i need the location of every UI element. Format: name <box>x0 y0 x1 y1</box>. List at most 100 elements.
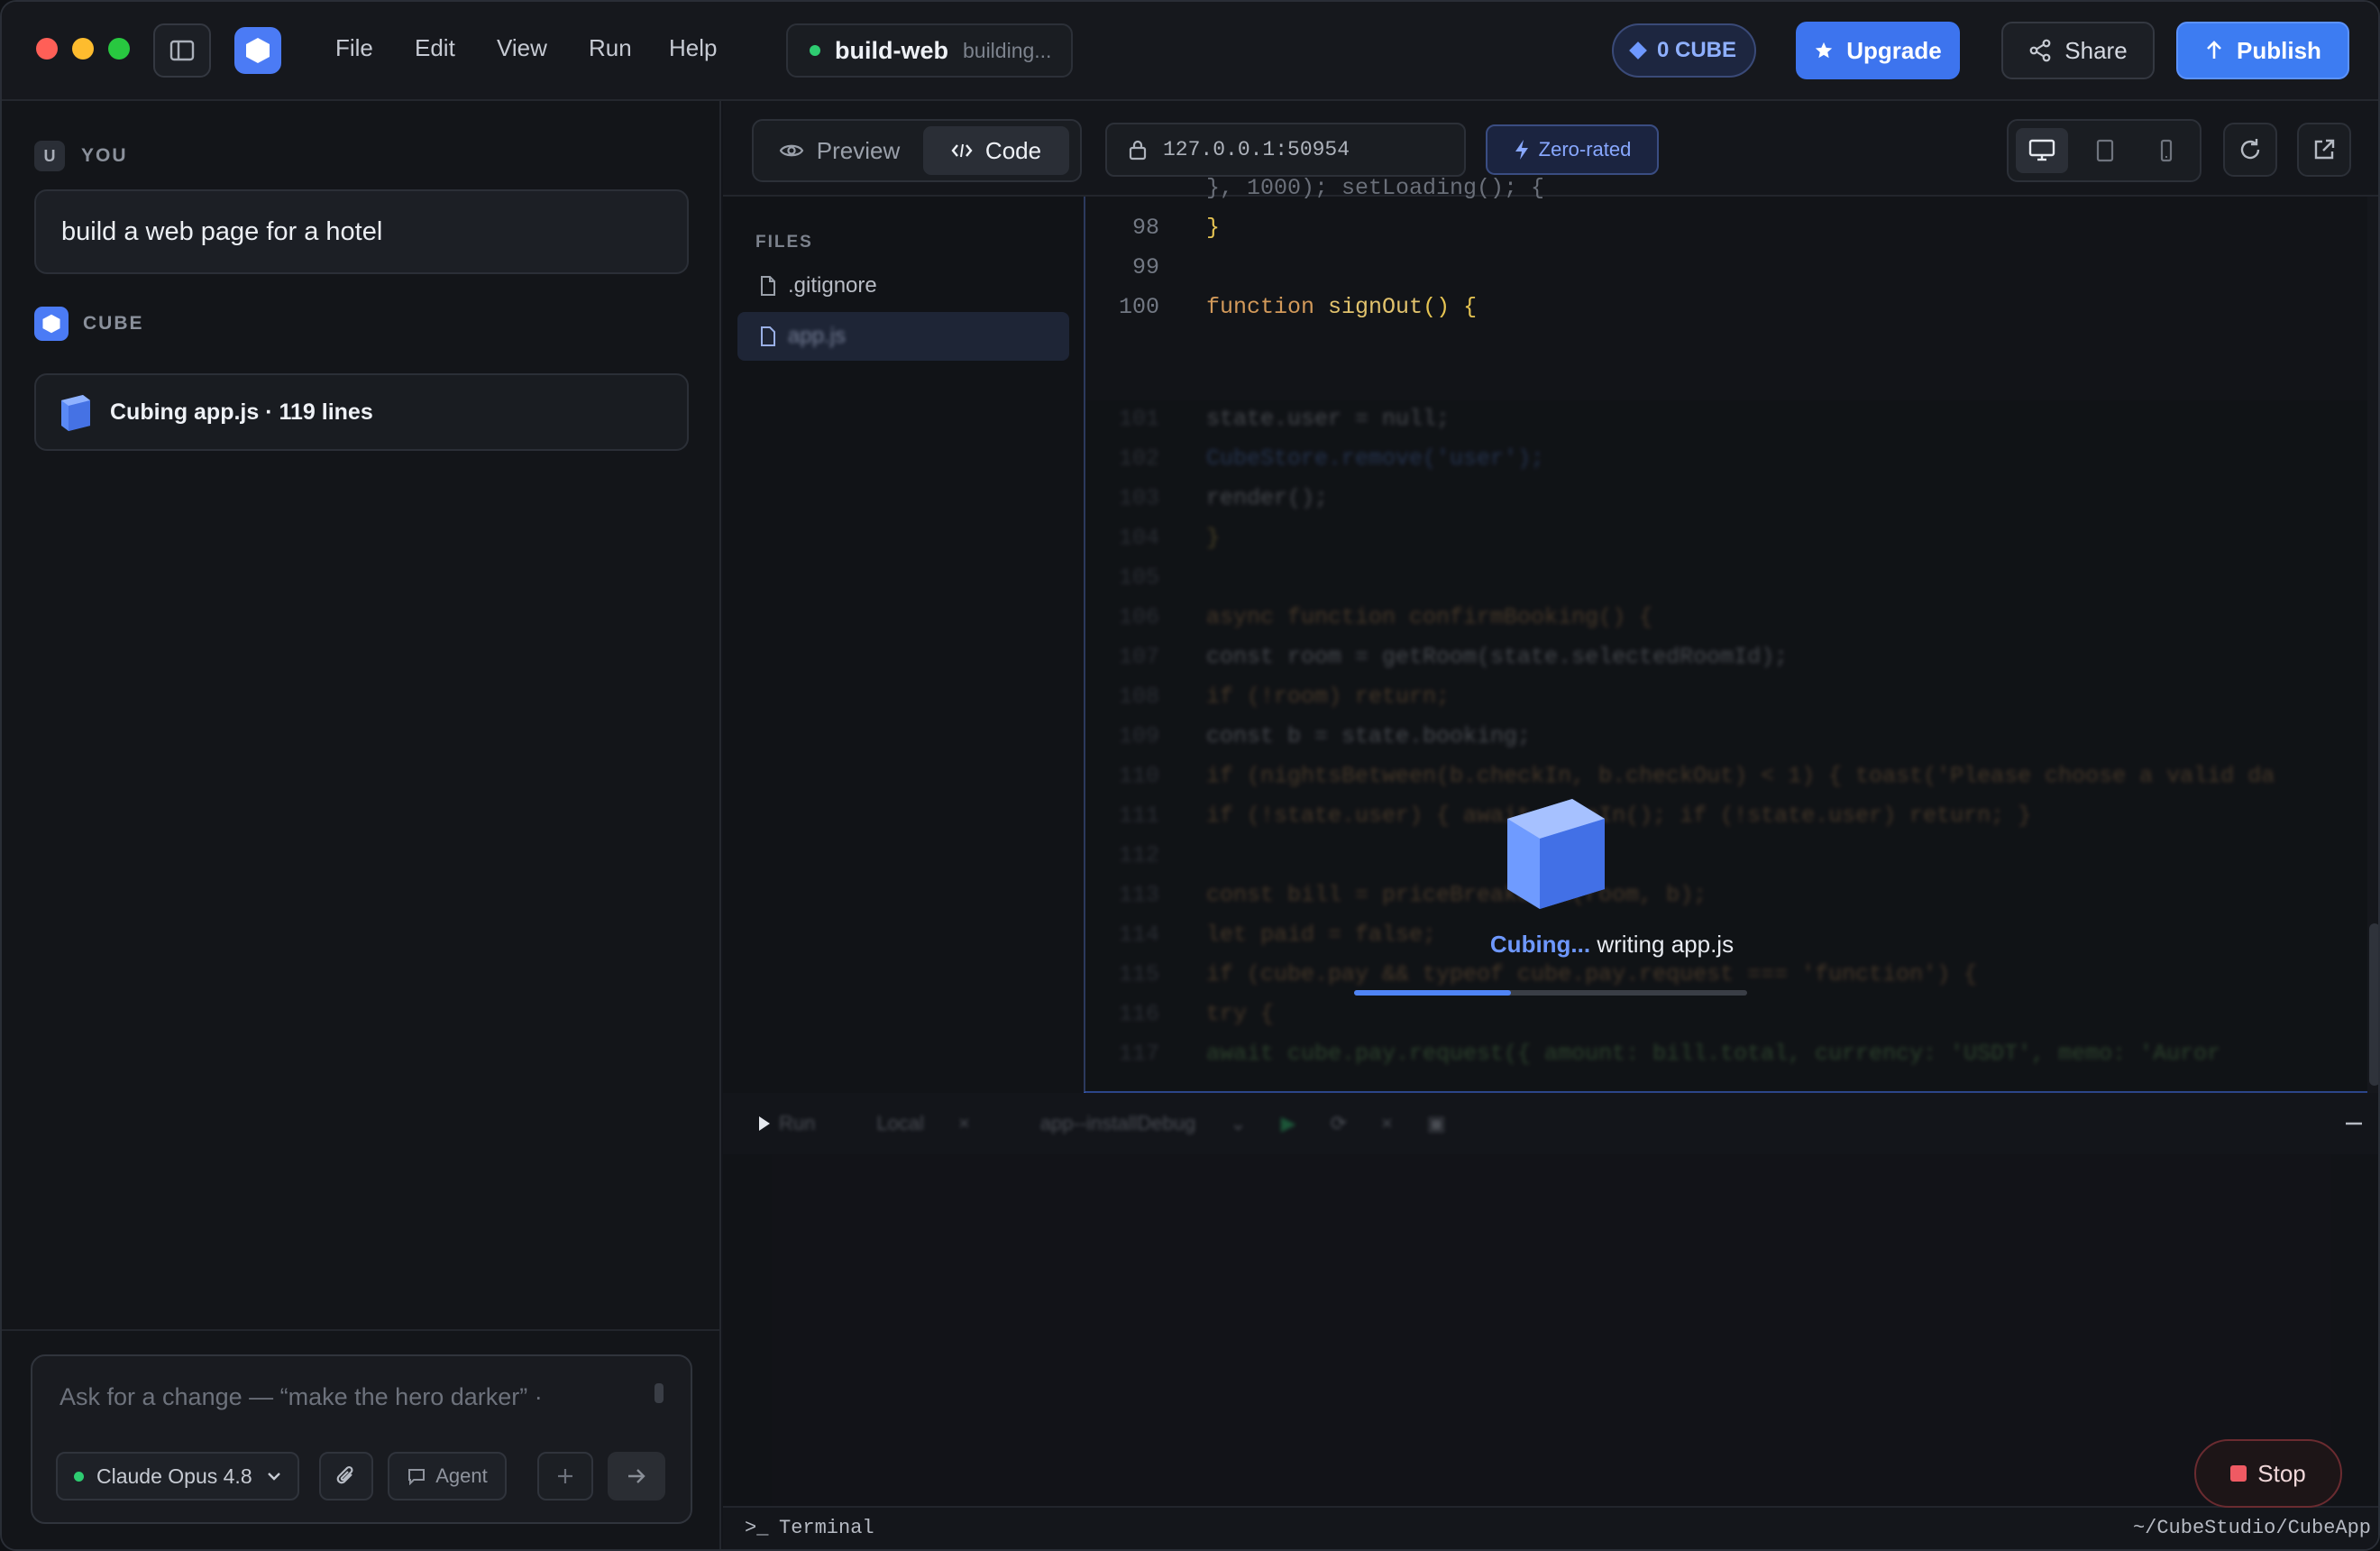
cube-icon <box>1507 799 1605 909</box>
zoom-window-button[interactable] <box>108 38 130 60</box>
code-line: 99 <box>1085 254 2378 294</box>
cube-logo-icon <box>246 38 270 63</box>
model-status-dot <box>74 1471 84 1482</box>
cube-balance-label: 0 CUBE <box>1656 38 1737 62</box>
file-icon <box>761 276 775 296</box>
cube-label: CUBE <box>83 313 144 334</box>
refresh-icon <box>2240 139 2260 160</box>
editor-scrollbar[interactable] <box>2367 197 2378 1093</box>
code-line: 98 } <box>1085 215 2378 254</box>
menu-view[interactable]: View <box>497 34 547 62</box>
attach-button[interactable] <box>319 1452 373 1501</box>
target-label[interactable]: Local <box>876 1112 924 1135</box>
project-selector[interactable]: build-web building... <box>786 23 1073 78</box>
play-icon[interactable] <box>757 1115 772 1133</box>
you-label: YOU <box>81 145 128 166</box>
device-tablet-button[interactable] <box>2079 128 2131 173</box>
user-message: build a web page for a hotel <box>34 189 689 274</box>
monitor-icon <box>2028 139 2055 161</box>
task-card[interactable]: Cubing app.js · 119 lines <box>34 373 689 451</box>
terminal-icon[interactable]: >_ <box>745 1517 768 1539</box>
menu-file[interactable]: File <box>335 34 373 62</box>
cube-icon <box>61 395 90 431</box>
close-window-button[interactable] <box>36 38 58 60</box>
device-phone-button[interactable] <box>2140 128 2192 173</box>
project-status: building... <box>962 38 1052 62</box>
upgrade-button[interactable]: Upgrade <box>1796 22 1960 79</box>
chevron-down-icon[interactable]: ⌄ <box>1230 1112 1246 1135</box>
agent-label: Agent <box>435 1464 488 1487</box>
terminal-fade <box>772 1154 2331 1506</box>
agent-mode-button[interactable]: Agent <box>388 1452 507 1501</box>
arrow-right-icon <box>628 1469 645 1483</box>
composer-scrollbar[interactable] <box>654 1383 664 1403</box>
app-logo <box>234 27 281 74</box>
url-bar[interactable]: 127.0.0.1:50954 <box>1105 123 1466 177</box>
add-button[interactable] <box>537 1452 593 1501</box>
run-toolbar: Run Local × app--installDebug ⌄ ▶ ⟳ × ▣ <box>723 1093 2378 1154</box>
stop-icon <box>2230 1465 2247 1482</box>
run-label[interactable]: Run <box>779 1112 815 1135</box>
refresh-icon[interactable]: ⟳ <box>1331 1112 1347 1135</box>
code-text: function signOut() { <box>1206 294 1478 320</box>
build-status-dot <box>810 45 820 56</box>
code-text: } <box>1206 215 1221 241</box>
composer-divider <box>2 1329 719 1331</box>
file-icon <box>761 326 775 346</box>
menu-edit[interactable]: Edit <box>415 34 455 62</box>
upgrade-label: Upgrade <box>1846 36 1942 64</box>
tab-preview[interactable]: Preview <box>759 126 920 175</box>
lightning-icon <box>1515 140 1528 160</box>
editor-scroll-thumb[interactable] <box>2369 923 2378 1086</box>
diamond-icon <box>1629 41 1647 60</box>
tab-code[interactable]: Code <box>923 126 1069 175</box>
progress-fill <box>1354 990 1512 996</box>
minimize-window-button[interactable] <box>72 38 94 60</box>
stop-icon[interactable]: × <box>1381 1112 1393 1135</box>
sidebar-icon <box>169 40 195 61</box>
close-icon[interactable]: × <box>958 1112 970 1135</box>
publish-button[interactable]: Publish <box>2176 22 2349 79</box>
cube-header: CUBE <box>34 307 144 341</box>
model-label: Claude Opus 4.8 <box>96 1464 252 1488</box>
zero-rated-badge: Zero-rated <box>1486 124 1659 175</box>
menu-run[interactable]: Run <box>589 34 632 62</box>
stop-button[interactable]: Stop <box>2194 1439 2342 1508</box>
minimize-panel-icon[interactable] <box>2344 1122 2364 1125</box>
generation-overlay <box>1085 400 2378 1093</box>
menu-help[interactable]: Help <box>669 34 717 62</box>
trash-icon[interactable]: ▣ <box>1427 1112 1446 1135</box>
sidebar-toggle-button[interactable] <box>153 23 211 78</box>
terminal-label[interactable]: Terminal <box>779 1517 874 1539</box>
code-label: Code <box>984 136 1042 164</box>
device-desktop-button[interactable] <box>2016 128 2068 173</box>
working-directory: ~/CubeStudio/CubeApp <box>2132 1517 2371 1539</box>
stop-label: Stop <box>2257 1459 2306 1487</box>
chat-bubble-icon <box>408 1469 426 1485</box>
code-line: }, 1000); setLoading(); { <box>1206 175 1545 201</box>
chat-panel: U YOU build a web page for a hotel CUBE … <box>2 101 721 1549</box>
file-gitignore[interactable]: .gitignore <box>737 262 1069 310</box>
open-external-button[interactable] <box>2297 123 2351 177</box>
chevron-down-icon <box>268 1473 280 1481</box>
file-name: .gitignore <box>788 273 877 298</box>
paperclip-icon <box>336 1465 353 1484</box>
send-button[interactable] <box>608 1452 665 1501</box>
share-button[interactable]: Share <box>2001 22 2155 79</box>
prompt-input[interactable]: Ask for a change — “make the hero darker… <box>60 1383 543 1411</box>
code-icon <box>951 143 973 158</box>
cube-balance-badge[interactable]: 0 CUBE <box>1612 23 1756 78</box>
files-heading: FILES <box>755 233 813 252</box>
tablet-icon <box>2096 139 2114 162</box>
config-label[interactable]: app--installDebug <box>1040 1112 1195 1135</box>
run-icon[interactable]: ▶ <box>1281 1112 1296 1135</box>
project-name: build-web <box>835 36 948 64</box>
progress-bar <box>1354 990 1747 996</box>
refresh-button[interactable] <box>2223 123 2277 177</box>
cube-avatar-icon <box>34 307 69 341</box>
model-select[interactable]: Claude Opus 4.8 <box>56 1452 299 1501</box>
file-app-js[interactable]: app.js <box>737 312 1069 361</box>
lock-icon <box>1129 140 1147 161</box>
loader-accent: Cubing... <box>1489 931 1591 958</box>
terminal-output[interactable] <box>723 1154 2378 1506</box>
